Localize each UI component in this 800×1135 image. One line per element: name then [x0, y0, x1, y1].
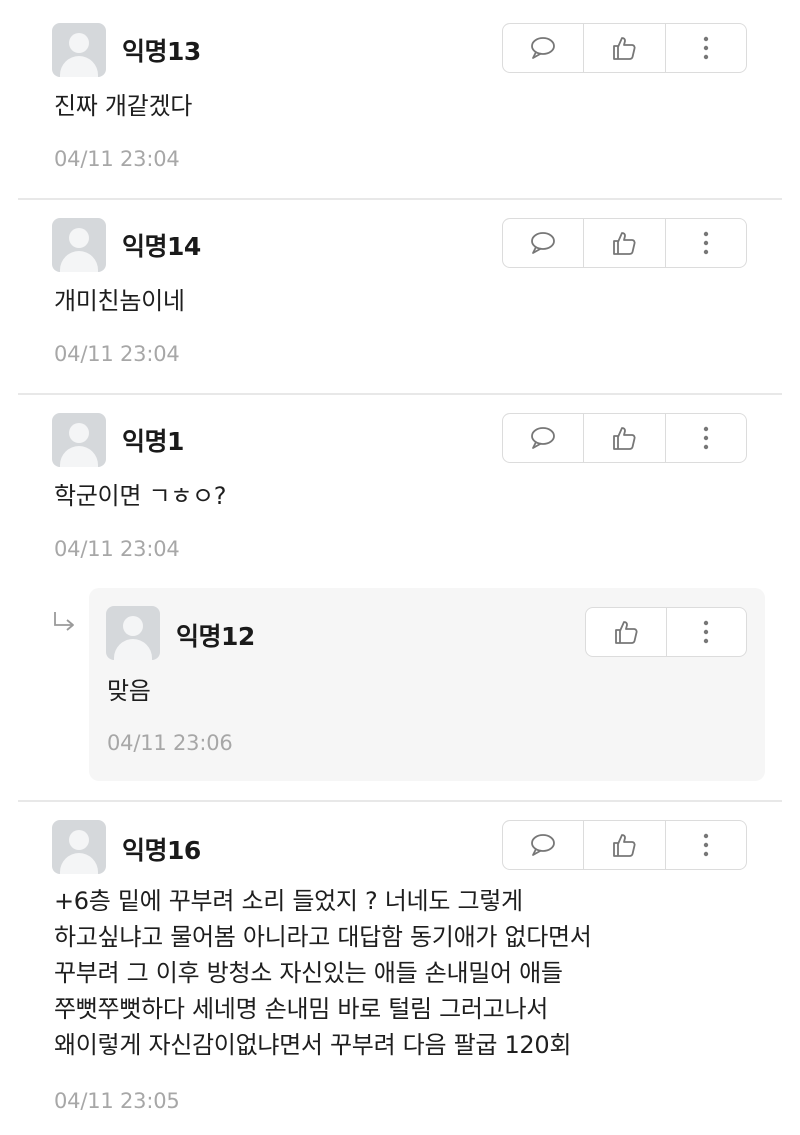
avatar[interactable]	[52, 820, 106, 874]
comment-item: 익명1 학군이면 ㄱㅎㅇ? 04/11 23:04	[0, 390, 800, 588]
avatar[interactable]	[106, 606, 160, 660]
comment-text-line: 하고싶냐고 물어봄 아니라고 대답함 동기애가 없다면서	[54, 923, 592, 951]
comment-author[interactable]: 익명1	[122, 422, 184, 458]
like-button[interactable]	[583, 24, 664, 72]
comment-author[interactable]: 익명14	[122, 227, 201, 263]
like-button[interactable]	[583, 219, 664, 267]
comment-timestamp: 04/11 23:05	[54, 1089, 180, 1113]
comment-text-line: 왜이렇게 자신감이없냐면서 꾸부려 다음 팔굽 120회	[54, 1031, 572, 1059]
thumbs-up-icon	[613, 834, 637, 857]
vertical-ellipsis-icon	[703, 231, 709, 255]
reply-button[interactable]	[503, 414, 583, 462]
comment-item: 익명16 +6층 밑에 꾸부려 소리 들었지 ? 너네도 그렇게 하고싶냐고 물…	[0, 797, 800, 1135]
comment-author[interactable]: 익명12	[176, 617, 255, 653]
avatar[interactable]	[52, 218, 106, 272]
thumbs-up-icon	[614, 621, 638, 644]
vertical-ellipsis-icon	[703, 36, 709, 60]
thumbs-up-icon	[613, 37, 637, 60]
speech-bubble-icon	[531, 427, 556, 449]
comment-text-line: 꾸부려 그 이후 방청소 자신있는 애들 손내밀어 애들	[54, 959, 563, 987]
comment-text: 학군이면 ㄱㅎㅇ?	[54, 482, 227, 510]
vertical-ellipsis-icon	[704, 620, 709, 644]
reply-arrow-icon	[54, 612, 74, 631]
comment-text: 개미친놈이네	[54, 287, 185, 315]
nested-reply: 익명12 맞음 04/11 23:06	[89, 588, 765, 781]
comment-actions	[502, 23, 747, 73]
comment-timestamp: 04/11 23:04	[54, 342, 180, 366]
comment-actions	[502, 820, 747, 870]
speech-bubble-icon	[531, 232, 556, 254]
comment-text: 맞음	[107, 677, 151, 705]
more-button[interactable]	[664, 219, 746, 267]
comment-actions	[502, 413, 747, 463]
thumbs-up-icon	[613, 427, 637, 450]
speech-bubble-icon	[531, 37, 556, 59]
more-button[interactable]	[665, 608, 747, 656]
comment-actions	[585, 607, 747, 657]
more-button[interactable]	[664, 414, 746, 462]
more-button[interactable]	[664, 821, 746, 869]
reply-button[interactable]	[503, 821, 583, 869]
more-button[interactable]	[664, 24, 746, 72]
reply-button[interactable]	[503, 24, 583, 72]
thumbs-up-icon	[613, 232, 637, 255]
comment-actions	[502, 218, 747, 268]
reply-button[interactable]	[503, 219, 583, 267]
comment-timestamp: 04/11 23:06	[107, 731, 233, 755]
comment-author[interactable]: 익명16	[122, 831, 201, 867]
like-button[interactable]	[583, 821, 664, 869]
comment-text: 진짜 개같겠다	[54, 92, 193, 120]
comment-timestamp: 04/11 23:04	[54, 147, 180, 171]
like-button[interactable]	[586, 608, 666, 656]
comment-item: 익명14 개미친놈이네 04/11 23:04	[0, 195, 800, 393]
avatar[interactable]	[52, 413, 106, 467]
comment-timestamp: 04/11 23:04	[54, 537, 180, 561]
comment-author[interactable]: 익명13	[122, 32, 201, 68]
like-button[interactable]	[583, 414, 664, 462]
comment-text-line: 쭈뻣쭈뻣하다 세네명 손내밈 바로 털림 그러고나서	[54, 995, 549, 1023]
comment-item: 익명13 진짜 개같겠다 04/11 23:04	[0, 0, 800, 198]
comment-text-line: +6층 밑에 꾸부려 소리 들었지 ? 너네도 그렇게	[54, 887, 523, 915]
speech-bubble-icon	[531, 834, 556, 856]
vertical-ellipsis-icon	[703, 833, 709, 857]
avatar[interactable]	[52, 23, 106, 77]
vertical-ellipsis-icon	[703, 426, 709, 450]
